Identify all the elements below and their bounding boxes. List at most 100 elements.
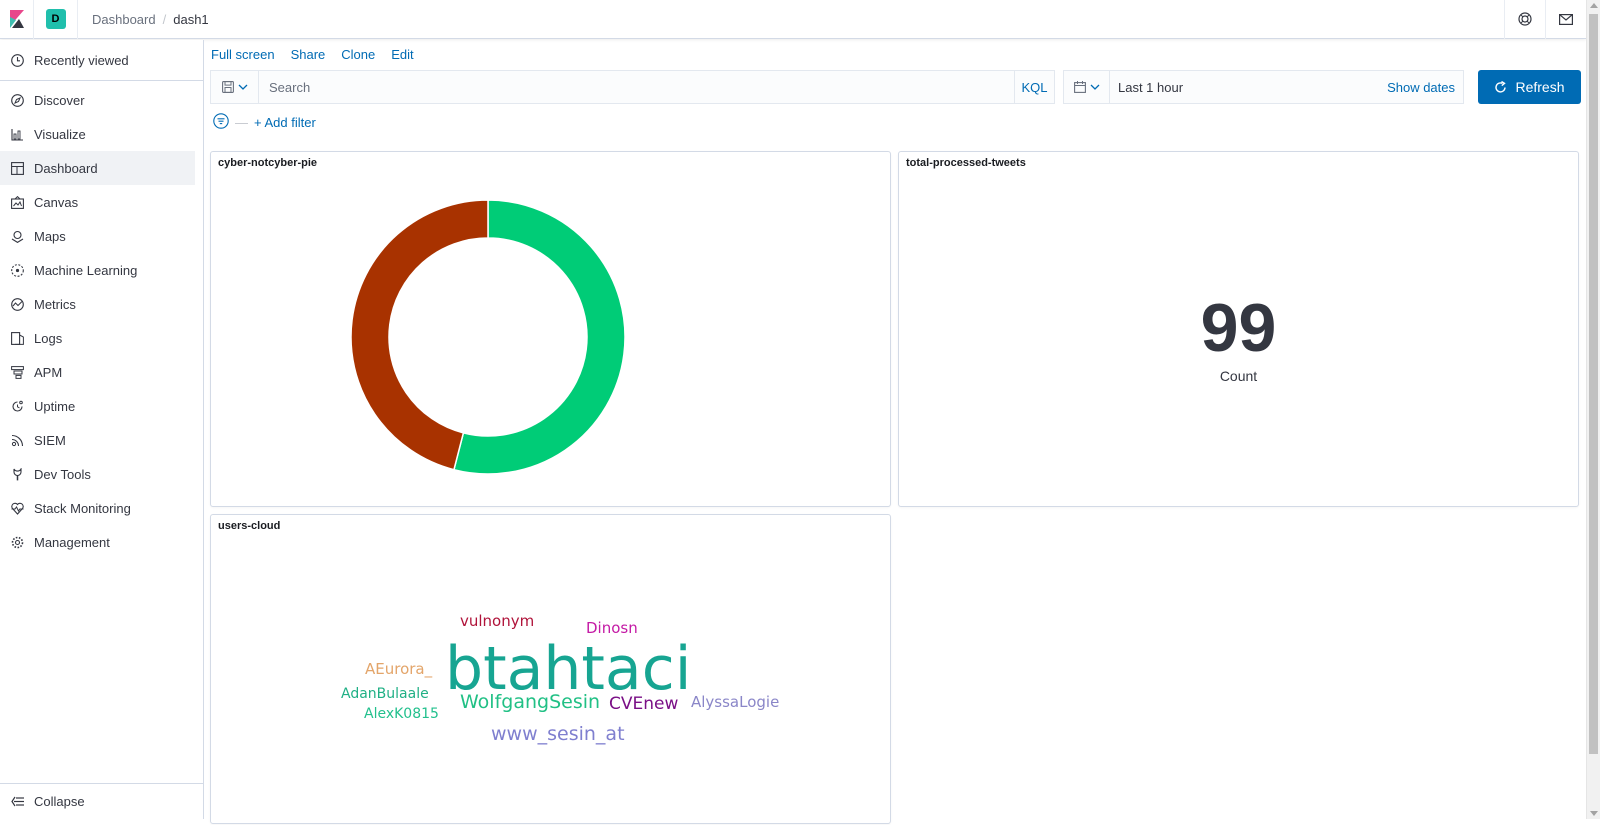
help-button[interactable] [1504,0,1545,39]
cloud-word[interactable]: btahtaci [445,639,691,699]
sidebar-item-maps[interactable]: Maps [0,219,195,253]
page-scrollbar[interactable] [1586,0,1600,819]
time-range-text[interactable]: Last 1 hour [1110,80,1387,95]
cloud-word[interactable]: AdanBulaale [341,687,429,701]
sidebar-item-label: Dev Tools [34,466,91,482]
add-filter-button[interactable]: + Add filter [254,115,316,130]
metric-label: Count [1219,368,1258,384]
sidebar-item-logs[interactable]: Logs [0,321,195,355]
sidebar-item-management[interactable]: Management [0,525,195,559]
sidebar-item-dev-tools[interactable]: Dev Tools [0,457,195,491]
dashboard-icon [10,161,24,175]
sidebar-item-label: Visualize [34,126,86,142]
scroll-down-arrow[interactable] [1590,811,1598,816]
cloud-word[interactable]: AEurora_ [365,662,432,677]
panel-metric: total-processed-tweets 99 Count [898,151,1579,507]
sidebar-item-uptime[interactable]: Uptime [0,389,195,423]
query-bar: Search KQL [210,70,1055,104]
sidebar-item-label: Machine Learning [34,262,138,278]
mail-icon [1559,13,1573,25]
sidebar-item-canvas[interactable]: Canvas [0,185,195,219]
save-icon [221,81,234,93]
canvas-icon [10,195,24,209]
sidebar-item-recently-viewed[interactable]: Recently viewed [0,40,203,81]
refresh-icon [1495,80,1507,93]
tag-cloud: btahtaci vulnonym Dinosn AEurora_ AdanBulaal… [211,515,892,825]
monitoring-icon [10,501,24,515]
pie-slice-non-cyber[interactable] [453,199,626,475]
sidebar-nav: Recently viewed Discover Visualize Dashboa… [0,40,204,819]
metric-value: 99 [1200,290,1277,366]
full-screen-link[interactable]: Full screen [211,47,275,62]
time-picker: Last 1 hour Show dates [1063,70,1464,104]
cloud-word[interactable]: CVEnew [609,696,678,713]
sidebar-item-discover[interactable]: Discover [0,83,195,117]
refresh-button[interactable]: Refresh [1478,70,1581,104]
query-language-button[interactable]: KQL [1014,71,1054,103]
apm-icon [10,365,24,379]
show-dates-link[interactable]: Show dates [1387,80,1463,95]
collapse-label: Collapse [34,794,85,809]
sidebar-item-label: Discover [34,92,85,108]
top-header: D Dashboard / dash1 [0,0,1586,39]
refresh-label: Refresh [1515,79,1565,95]
sidebar-item-siem[interactable]: SIEM [0,423,195,457]
cloud-word[interactable]: AlexK0815 [364,707,439,721]
newsfeed-button[interactable] [1545,0,1586,39]
kibana-logo-icon [9,10,24,28]
quick-select-button[interactable] [1064,71,1110,103]
cloud-word[interactable]: AlyssaLogie [691,695,779,710]
scroll-up-arrow[interactable] [1590,3,1598,8]
collapse-icon [10,795,24,809]
breadcrumb-separator: / [162,11,167,27]
sidebar-item-stack-monitoring[interactable]: Stack Monitoring [0,491,195,525]
sidebar-item-label: Dashboard [34,160,98,176]
scroll-thumb[interactable] [1589,14,1598,754]
cloud-word[interactable]: WolfgangSesin [460,693,600,712]
chevron-down-icon [1090,84,1099,90]
breadcrumb-current: dash1 [173,11,209,27]
panel-pie: cyber-notcyber-pie non-cybercyber [210,151,1014,507]
sidebar-item-visualize[interactable]: Visualize [0,117,195,151]
space-avatar: D [45,9,66,29]
visualize-icon [10,127,24,141]
pie-slice-cyber[interactable] [350,199,489,471]
sidebar-item-label: Management [34,534,110,550]
sidebar-item-label: SIEM [34,432,66,448]
sidebar-item-label: Logs [34,330,63,346]
ml-icon [10,263,24,277]
filter-bar: — + Add filter [213,113,316,132]
cloud-word[interactable]: vulnonym [460,614,534,629]
devtools-icon [10,467,24,481]
sidebar-item-label: Canvas [34,194,79,210]
saved-query-button[interactable] [211,71,259,103]
sidebar-item-metrics[interactable]: Metrics [0,287,195,321]
clone-link[interactable]: Clone [341,47,375,62]
donut-chart [350,199,626,475]
share-link[interactable]: Share [291,47,326,62]
edit-link[interactable]: Edit [391,47,413,62]
sidebar-item-label: Uptime [34,398,76,414]
sidebar-collapse-button[interactable]: Collapse [0,783,204,819]
cloud-word[interactable]: www_sesin_at [491,725,625,744]
filter-options-button[interactable] [213,113,229,132]
sidebar-item-label: Stack Monitoring [34,500,131,516]
sidebar-item-apm[interactable]: APM [0,355,195,389]
sidebar-item-label: Metrics [34,296,76,312]
compass-icon [10,93,24,107]
panel-cloud: users-cloud btahtaci vulnonym Dinosn AEuror… [210,514,891,824]
metrics-icon [10,297,24,311]
breadcrumb-dashboard[interactable]: Dashboard [92,12,156,27]
kibana-logo[interactable] [0,0,34,39]
filter-icon [213,113,229,129]
space-selector[interactable]: D [34,0,78,39]
sidebar-item-machine-learning[interactable]: Machine Learning [0,253,195,287]
sidebar-list: Discover Visualize Dashboard Canvas Maps Mach… [0,81,203,559]
sidebar-item-dashboard[interactable]: Dashboard [0,151,195,185]
uptime-icon [10,399,24,413]
cloud-word[interactable]: Dinosn [586,621,638,636]
search-input[interactable]: Search [259,80,1014,95]
breadcrumb: Dashboard / dash1 [92,12,209,27]
sidebar-item-label: Maps [34,228,66,244]
siem-icon [10,433,24,447]
